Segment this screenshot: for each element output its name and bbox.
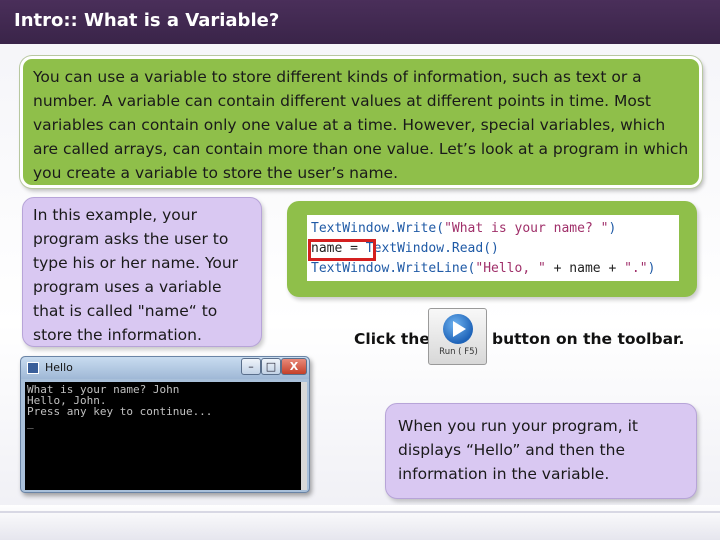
- code-panel: TextWindow.Write("What is your name? ") …: [287, 201, 697, 297]
- console-cursor: _: [27, 416, 34, 429]
- code-token: ): [647, 261, 656, 276]
- code-token: TextWindow: [311, 221, 390, 236]
- footer-band: [0, 505, 720, 540]
- intro-text-box: You can use a variable to store differen…: [20, 56, 702, 188]
- example-text: In this example, your program asks the u…: [33, 206, 239, 344]
- intro-text: You can use a variable to store differen…: [33, 68, 689, 182]
- code-token: ): [608, 221, 617, 236]
- click-instruction-prefix: Click the: [354, 330, 430, 348]
- code-token: "What is your name? ": [444, 221, 609, 236]
- console-line: Press any key to continue...: [27, 405, 213, 418]
- code-editor: TextWindow.Write("What is your name? ") …: [307, 215, 679, 281]
- console-window: Hello – □ X What is your name? John Hello…: [20, 356, 310, 493]
- code-token: TextWindow: [365, 241, 445, 256]
- code-token: TextWindow: [311, 261, 390, 276]
- code-token: ".": [624, 261, 648, 276]
- console-app-icon: [27, 362, 39, 374]
- console-title: Hello: [45, 361, 73, 374]
- maximize-button[interactable]: □: [261, 358, 281, 375]
- code-token: .Read(): [444, 241, 499, 256]
- code-token: + name +: [545, 261, 625, 276]
- console-scrollbar[interactable]: [301, 382, 307, 490]
- run-button[interactable]: Run ( F5): [428, 308, 487, 365]
- run-button-label: Run ( F5): [439, 347, 478, 357]
- console-output: What is your name? John Hello, John. Press…: [25, 382, 301, 490]
- code-token: "Hello, ": [475, 261, 546, 276]
- console-titlebar[interactable]: Hello – □ X: [21, 357, 309, 379]
- play-triangle: [453, 321, 466, 337]
- play-icon: [443, 314, 473, 344]
- code-token: .WriteLine(: [389, 261, 476, 276]
- slide-title: Intro:: What is a Variable?: [0, 0, 720, 44]
- code-token: .Write(: [389, 221, 445, 236]
- code-line-3: TextWindow.WriteLine("Hello, " + name + …: [311, 261, 655, 276]
- close-button[interactable]: X: [281, 358, 307, 375]
- code-line-1: TextWindow.Write("What is your name? "): [311, 221, 616, 236]
- click-instruction-suffix: button on the toolbar.: [492, 330, 685, 348]
- minimize-button[interactable]: –: [241, 358, 261, 375]
- result-text-box: When you run your program, it displays “…: [385, 403, 697, 499]
- example-text-box: In this example, your program asks the u…: [22, 197, 262, 347]
- result-text: When you run your program, it displays “…: [398, 417, 638, 483]
- variable-highlight-box: [308, 239, 376, 261]
